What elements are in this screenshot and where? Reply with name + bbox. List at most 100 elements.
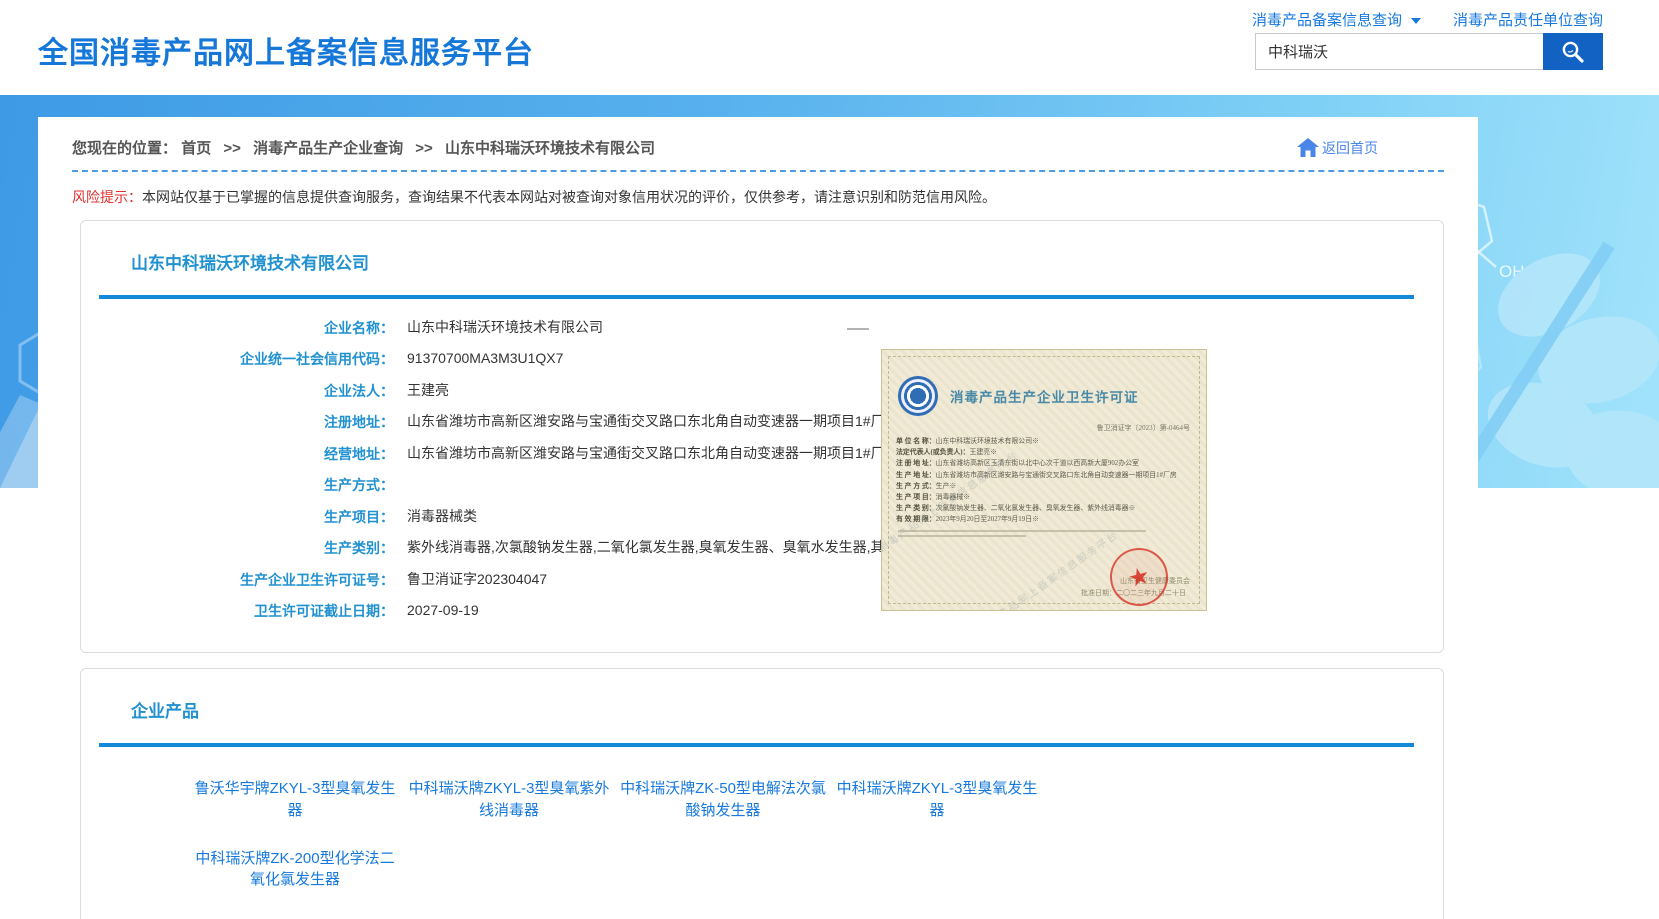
certificate-row-value: 消毒器械※	[936, 494, 970, 501]
field-label: 企业统一社会信用代码：	[81, 349, 394, 369]
field-label: 企业法人：	[81, 381, 394, 401]
nav-responsible-unit-query[interactable]: 消毒产品责任单位查询	[1453, 9, 1603, 30]
certificate-row: 有 效 期 限：2023年9月20日至2027年9月19日※	[896, 514, 1196, 525]
company-fields: 企业名称： 山东中科瑞沃环境技术有限公司 企业统一社会信用代码： 9137070…	[81, 312, 1443, 627]
product-link[interactable]: 中科瑞沃牌ZK-50型电解法次氯酸钠发生器	[617, 778, 829, 822]
certificate-image[interactable]: 全国消毒产品网上备案信息服务平台 全国消毒产品网上备案信息服务平台 消毒产品生产…	[881, 349, 1207, 611]
field-row: 卫生许可证截止日期： 2027-09-19	[81, 596, 1443, 628]
field-value: 91370700MA3M3U1QX7	[407, 349, 563, 369]
breadcrumb-current: 山东中科瑞沃环境技术有限公司	[445, 140, 655, 157]
card-title-rule	[99, 295, 1414, 299]
certificate-row: 法定代表人(或负责人)：王建亮※	[896, 447, 1196, 458]
field-value: 山东省潍坊市高新区潍安路与宝通街交叉路口东北角自动变速器一期项目1#厂房	[407, 444, 899, 464]
field-label: 生产类别：	[81, 538, 394, 558]
back-home-label: 返回首页	[1322, 138, 1378, 158]
certificate-watermark: 全国消毒产品网上备案信息服务平台	[955, 526, 1121, 611]
certificate-row-value: 山东省潍坊高新区玉清东街以北中心次干道以西高新大厦902办公室	[936, 460, 1139, 467]
breadcrumb-separator: >>	[415, 140, 433, 157]
risk-label: 风险提示：	[72, 189, 142, 205]
certificate-row-label: 注 册 地 址：	[896, 460, 936, 467]
breadcrumb-home[interactable]: 首页	[181, 140, 211, 157]
field-label: 生产项目：	[81, 507, 394, 527]
field-value: 紫外线消毒器,次氯酸钠发生器,二氧化氯发生器,臭氧发生器、臭氧水发生器,其他器械…	[407, 538, 955, 558]
certificate-row-value: 王建亮※	[970, 449, 998, 456]
certificate-row-label: 有 效 期 限：	[896, 516, 936, 523]
field-label: 生产方式：	[81, 475, 394, 495]
field-label: 注册地址：	[81, 412, 394, 432]
field-value: 消毒器械类	[407, 507, 477, 527]
breadcrumb-prefix: 您现在的位置：	[72, 140, 177, 157]
search-bar	[1255, 33, 1603, 70]
field-value: 山东中科瑞沃环境技术有限公司	[407, 318, 603, 338]
breadcrumb-enterprise-query[interactable]: 消毒产品生产企业查询	[253, 140, 403, 157]
home-icon	[1297, 138, 1319, 157]
certificate-row-value: 2023年9月20日至2027年9月19日※	[936, 516, 1039, 523]
nav-record-info-query[interactable]: 消毒产品备案信息查询	[1252, 9, 1402, 30]
field-row: 注册地址： 山东省潍坊市高新区潍安路与宝通街交叉路口东北角自动变速器一期项目1#…	[81, 407, 1443, 439]
top-nav: 消毒产品备案信息查询 消毒产品责任单位查询	[1252, 9, 1603, 30]
field-row: 生产类别： 紫外线消毒器,次氯酸钠发生器,二氧化氯发生器,臭氧发生器、臭氧水发生…	[81, 533, 1443, 565]
chevron-down-icon[interactable]	[1411, 18, 1421, 24]
products-card-title: 企业产品	[131, 697, 1443, 722]
product-link[interactable]: 鲁沃华宇牌ZKYL-3型臭氧发生器	[189, 778, 401, 822]
field-row: 经营地址： 山东省潍坊市高新区潍安路与宝通街交叉路口东北角自动变速器一期项目1#…	[81, 438, 1443, 470]
certificate-fineprint	[898, 535, 1026, 537]
risk-text: 本网站仅基于已掌握的信息提供查询服务，查询结果不代表本网站对被查询对象信用状况的…	[142, 189, 996, 205]
card-title-rule	[99, 743, 1414, 747]
certificate-row: 单 位 名 称：山东中科瑞沃环境技术有限公司※	[896, 436, 1196, 447]
field-label: 生产企业卫生许可证号：	[81, 570, 394, 590]
certificate-row-label: 生 产 项 目：	[896, 494, 936, 501]
certificate-emblem-icon	[898, 376, 938, 416]
certificate-row: 生 产 类 别：次氯酸钠发生器、二氧化氯发生器、臭氧发生器、紫外线消毒器※	[896, 503, 1196, 514]
dash-mark	[847, 328, 869, 330]
products-card: 企业产品 鲁沃华宇牌ZKYL-3型臭氧发生器 中科瑞沃牌ZKYL-3型臭氧紫外线…	[80, 668, 1444, 919]
field-row: 企业统一社会信用代码： 91370700MA3M3U1QX7	[81, 344, 1443, 376]
company-card-title: 山东中科瑞沃环境技术有限公司	[131, 249, 1443, 274]
field-value: 山东省潍坊市高新区潍安路与宝通街交叉路口东北角自动变速器一期项目1#厂房	[407, 412, 899, 432]
certificate-title: 消毒产品生产企业卫生许可证	[950, 386, 1139, 406]
certificate-number: 鲁卫消证字〔2023〕第-0464号	[882, 423, 1190, 433]
site-header: 全国消毒产品网上备案信息服务平台 消毒产品备案信息查询 消毒产品责任单位查询	[0, 0, 1659, 95]
site-title: 全国消毒产品网上备案信息服务平台	[38, 28, 534, 72]
certificate-row-label: 法定代表人(或负责人)：	[896, 449, 970, 456]
red-seal-icon: ★	[1104, 542, 1174, 611]
field-label: 企业名称：	[81, 318, 394, 338]
field-value: 2027-09-19	[407, 601, 479, 621]
dashed-divider	[72, 170, 1444, 172]
content-panel: 您现在的位置： 首页 >> 消毒产品生产企业查询 >> 山东中科瑞沃环境技术有限…	[38, 117, 1478, 919]
certificate-row-value: 山东中科瑞沃环境技术有限公司※	[936, 438, 1039, 445]
product-link[interactable]: 中科瑞沃牌ZKYL-3型臭氧发生器	[831, 778, 1043, 822]
field-label: 经营地址：	[81, 444, 394, 464]
field-label: 卫生许可证截止日期：	[81, 601, 394, 621]
search-button[interactable]	[1543, 33, 1603, 70]
field-row: 企业名称： 山东中科瑞沃环境技术有限公司	[81, 312, 1443, 344]
certificate-row-value: 次氯酸钠发生器、二氧化氯发生器、臭氧发生器、紫外线消毒器※	[936, 505, 1136, 512]
search-input[interactable]	[1255, 33, 1543, 70]
certificate-fineprint	[898, 530, 1146, 532]
certificate-row: 生 产 项 目：消毒器械※	[896, 492, 1196, 503]
field-row: 企业法人： 王建亮	[81, 375, 1443, 407]
certificate-row: 生 产 方 式：生产※	[896, 481, 1196, 492]
field-value: 鲁卫消证字202304047	[407, 570, 547, 590]
certificate-row-label: 生 产 类 别：	[896, 505, 936, 512]
product-list: 鲁沃华宇牌ZKYL-3型臭氧发生器 中科瑞沃牌ZKYL-3型臭氧紫外线消毒器 中…	[81, 778, 1443, 891]
certificate-row-value: 生产※	[936, 483, 957, 490]
certificate-row-label: 生 产 地 址：	[896, 472, 936, 479]
search-icon	[1560, 39, 1586, 65]
certificate-rows: 单 位 名 称：山东中科瑞沃环境技术有限公司※ 法定代表人(或负责人)：王建亮※…	[896, 436, 1196, 526]
field-row: 生产方式：	[81, 470, 1443, 502]
product-link[interactable]: 中科瑞沃牌ZKYL-3型臭氧紫外线消毒器	[403, 778, 615, 822]
risk-notice: 风险提示：本网站仅基于已掌握的信息提供查询服务，查询结果不代表本网站对被查询对象…	[72, 187, 1444, 207]
field-row: 生产企业卫生许可证号： 鲁卫消证字202304047	[81, 564, 1443, 596]
field-row: 生产项目： 消毒器械类	[81, 501, 1443, 533]
company-card: 山东中科瑞沃环境技术有限公司 企业名称： 山东中科瑞沃环境技术有限公司 企业统一…	[80, 220, 1444, 653]
certificate-row-label: 单 位 名 称：	[896, 438, 936, 445]
certificate-row: 注 册 地 址：山东省潍坊高新区玉清东街以北中心次干道以西高新大厦902办公室	[896, 458, 1196, 469]
back-home-link[interactable]: 返回首页	[1297, 138, 1378, 158]
certificate-row: 生 产 地 址：山东省潍坊市高新区潍安路与宝通街交叉路口东北角自动变速器一期项目…	[896, 470, 1196, 481]
product-link[interactable]: 中科瑞沃牌ZK-200型化学法二氧化氯发生器	[189, 848, 401, 892]
certificate-row-label: 生 产 方 式：	[896, 483, 936, 490]
certificate-row-value: 山东省潍坊市高新区潍安路与宝通街交叉路口东北角自动变速器一期项目1#厂房	[936, 472, 1177, 479]
breadcrumb-separator: >>	[223, 140, 241, 157]
field-value: 王建亮	[407, 381, 449, 401]
